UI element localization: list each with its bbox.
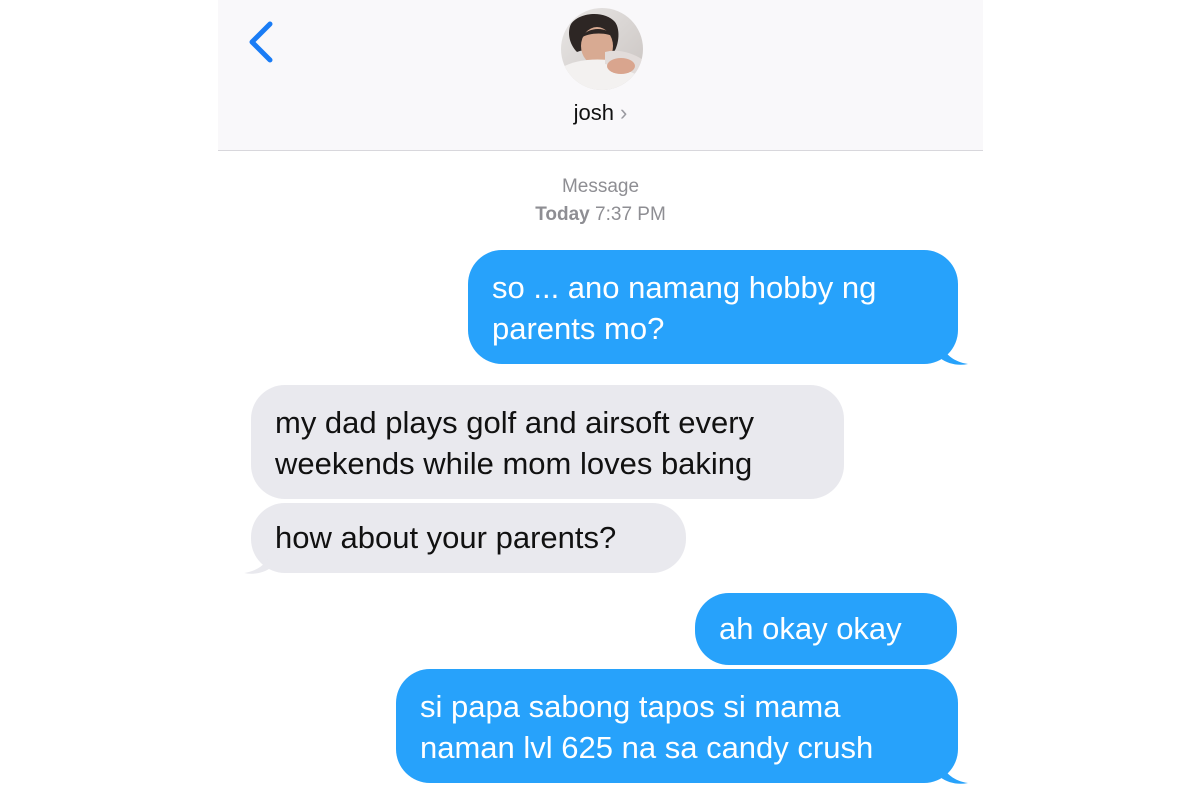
contact-name-button[interactable]: josh ›	[218, 100, 983, 126]
thread-timestamp: Today 7:37 PM	[218, 204, 983, 226]
avatar-photo	[561, 8, 643, 90]
back-button[interactable]	[240, 18, 280, 66]
message-bubble-outgoing[interactable]: so ... ano namang hobby ng parents mo?	[468, 250, 958, 364]
timestamp-day: Today	[535, 204, 590, 225]
service-label: Message	[561, 176, 640, 197]
message-bubble-outgoing[interactable]: si papa sabong tapos si mama naman lvl 6…	[396, 669, 958, 783]
message-line: ah okay okay	[719, 611, 902, 646]
screen: josh › Message Today 7:37 PM so ... ano n…	[0, 0, 1200, 800]
bubble-tail	[940, 761, 968, 784]
message-line: so ... ano namang hobby ng	[492, 270, 877, 305]
contact-avatar[interactable]	[561, 8, 643, 90]
conversation-header: josh ›	[218, 0, 983, 151]
bubble-tail	[940, 342, 968, 365]
timestamp-time: 7:37 PM	[595, 204, 666, 225]
message-bubble-incoming[interactable]: how about your parents?	[251, 503, 686, 573]
message-bubble-outgoing[interactable]: ah okay okay	[695, 593, 957, 665]
message-bubble-incoming[interactable]: my dad plays golf and airsoft every week…	[251, 385, 844, 499]
message-line: parents mo?	[492, 311, 665, 346]
chevron-right-icon: ›	[620, 100, 628, 125]
messages-app: josh › Message Today 7:37 PM so ... ano n…	[218, 0, 983, 800]
message-line: naman lvl 625 na sa candy crush	[420, 730, 874, 765]
message-line: how about your parents?	[275, 520, 617, 555]
message-line: si papa sabong tapos si mama	[420, 689, 841, 724]
bubble-tail	[244, 551, 272, 574]
chevron-left-icon	[249, 21, 273, 63]
message-line: my dad plays golf and airsoft every	[275, 405, 755, 440]
message-line: weekends while mom loves baking	[275, 446, 753, 481]
contact-name: josh	[573, 100, 615, 125]
